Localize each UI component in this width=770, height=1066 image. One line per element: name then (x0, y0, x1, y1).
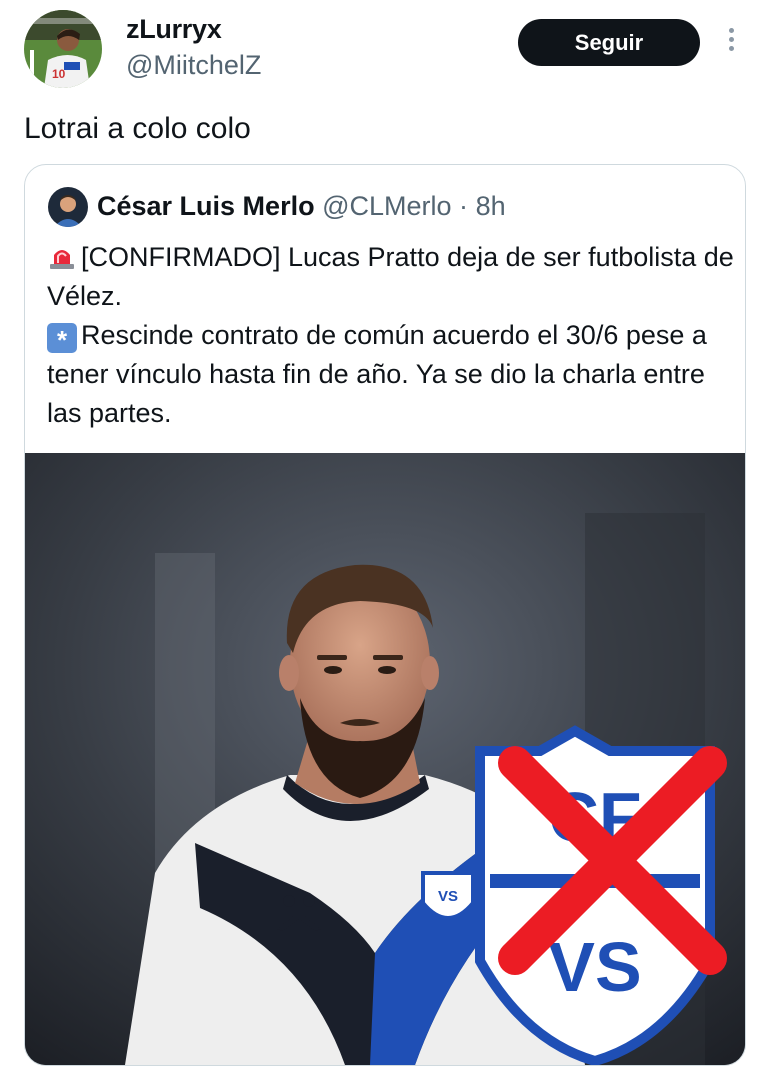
quoted-timestamp[interactable]: 8h (476, 191, 506, 221)
svg-text:VS: VS (548, 928, 641, 1006)
svg-text:10: 10 (52, 67, 66, 81)
quoted-line-1-text: [CONFIRMADO] Lucas Pratto deja de ser fu… (47, 242, 734, 311)
siren-icon (47, 241, 77, 271)
quoted-media-image[interactable]: VS CF VS (25, 453, 745, 1065)
asterisk-icon: * (47, 323, 77, 355)
quoted-line-2: * Rescinde contrato de común acuerdo el 3… (47, 316, 737, 433)
quoted-tweet-body: [CONFIRMADO] Lucas Pratto deja de ser fu… (47, 238, 737, 433)
quoted-author-avatar[interactable] (48, 187, 88, 227)
tweet-header: 10 zLurryx @MiitchelZ Seguir (0, 0, 770, 100)
quoted-author-name[interactable]: César Luis Merlo (97, 191, 315, 221)
author-handle[interactable]: @MiitchelZ (126, 50, 261, 81)
quoted-line-2-text: Rescinde contrato de común acuerdo el 30… (47, 320, 707, 428)
separator-dot: · (459, 191, 469, 221)
quoted-header: César Luis Merlo @CLMerlo · 8h (97, 191, 506, 222)
author-avatar[interactable]: 10 (24, 10, 102, 88)
follow-button[interactable]: Seguir (518, 19, 700, 66)
quoted-author-handle[interactable]: @CLMerlo (322, 191, 451, 221)
quoted-tweet-card[interactable]: César Luis Merlo @CLMerlo · 8h [CONFIRMA… (24, 164, 746, 1066)
quoted-line-1: [CONFIRMADO] Lucas Pratto deja de ser fu… (47, 238, 737, 316)
svg-text:VS: VS (438, 888, 458, 905)
more-vertical-icon[interactable] (722, 28, 740, 58)
author-display-name[interactable]: zLurryx (126, 14, 222, 45)
tweet-text: Lotrai a colo colo (24, 112, 251, 145)
